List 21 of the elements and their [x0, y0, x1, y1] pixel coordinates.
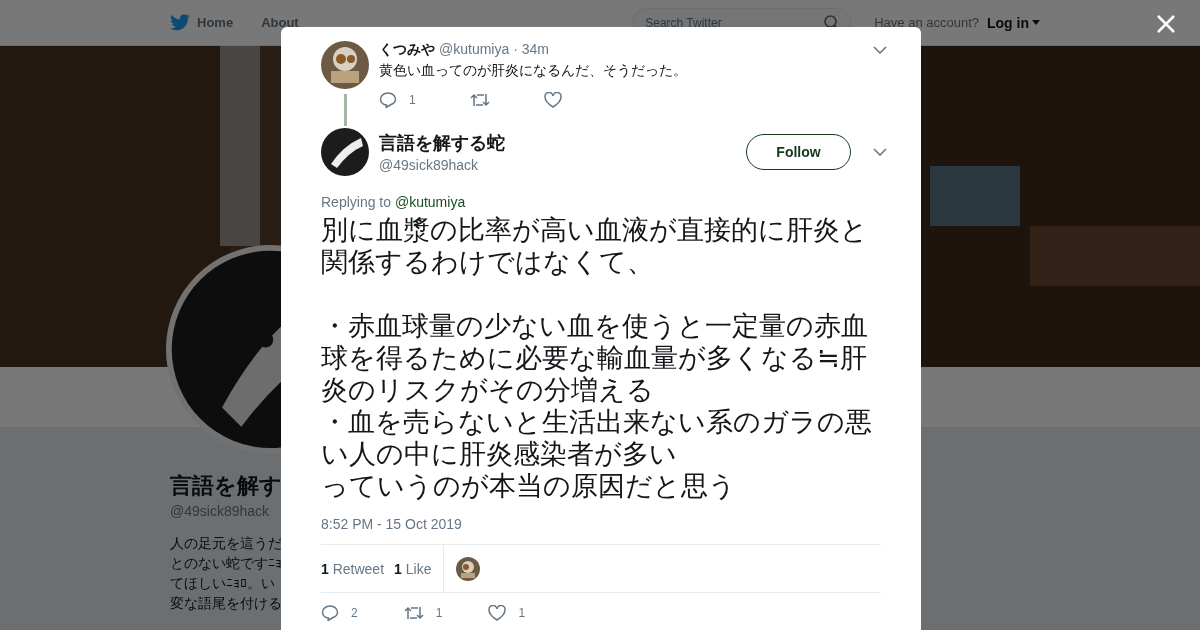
tweet-paragraph: ・血を売らないと生活出来ない系のガラの悪い人の中に肝炎感染者が多い — [321, 406, 873, 470]
caret-icon — [1032, 20, 1040, 25]
profile-handle: @49sick89hack — [170, 503, 270, 519]
tweet-paragraph: っていうのが本当の原因だと思う — [321, 470, 737, 502]
tweet-timestamp: 8:52 PM - 15 Oct 2019 — [321, 516, 463, 532]
nav-link[interactable]: Home — [170, 14, 234, 31]
heart-icon — [488, 605, 507, 621]
retweet-button[interactable]: 1 — [403, 605, 443, 621]
retweet-icon — [403, 606, 424, 620]
close-icon[interactable] — [1157, 15, 1175, 33]
nav-link[interactable]: About — [261, 14, 299, 31]
reply-button[interactable]: 2 — [321, 605, 358, 621]
account-prompt: Have an account? — [874, 15, 979, 30]
bird-icon — [170, 14, 190, 31]
retweet-count[interactable]: 1 Retweet — [321, 560, 385, 577]
like-button[interactable]: 1 — [488, 605, 526, 621]
login-link[interactable]: Log in — [987, 14, 1040, 31]
reply-icon — [321, 605, 339, 621]
profile-name: 言語を解す — [170, 472, 282, 500]
profile-bio: 人の足元を這うだ とのない蛇ですﾆｮ てほしいﾆｮﾛ。い 変な語尾を付ける — [170, 534, 282, 613]
like-count[interactable]: 1 Like — [394, 560, 432, 577]
